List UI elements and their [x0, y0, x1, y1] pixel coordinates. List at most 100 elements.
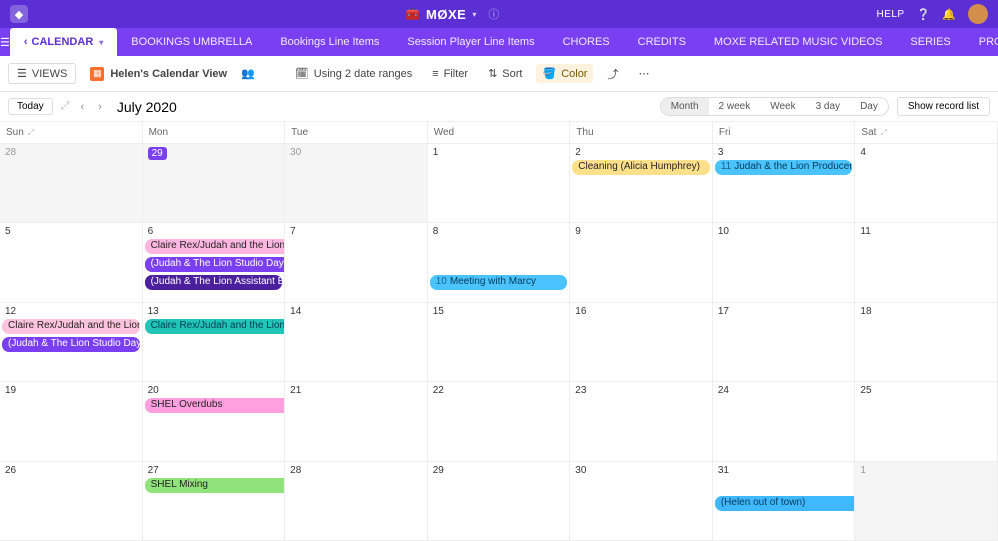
day-cell[interactable]: 18 [855, 303, 998, 382]
filter-button[interactable]: ≡Filter [426, 65, 474, 83]
day-cell[interactable]: 29 [143, 144, 286, 223]
next-month-icon[interactable]: › [95, 101, 105, 113]
hamburger-menu-icon[interactable]: ☰ [0, 36, 10, 49]
tab-series[interactable]: SERIES [896, 28, 964, 56]
event-record-sun[interactable]: Claire Rex/Judah and the Lion Re... [2, 319, 140, 334]
day-cell[interactable]: 19 [0, 382, 143, 461]
day-cell[interactable]: 17 [713, 303, 856, 382]
day-cell[interactable]: 16 [570, 303, 713, 382]
day-cell[interactable]: 4 [855, 144, 998, 223]
day-cell[interactable]: 24 [713, 382, 856, 461]
day-cell[interactable]: 21 [285, 382, 428, 461]
resize-icon[interactable]: ⤢ [28, 128, 34, 138]
share-view-icon[interactable]: ⤴ [601, 63, 624, 85]
event-producer-visit[interactable]: 11Judah & the Lion Producer Visit [715, 160, 853, 175]
workspace-name[interactable]: MØXE [426, 7, 466, 22]
range-week[interactable]: Week [760, 98, 805, 115]
range-3day[interactable]: 3 day [806, 98, 850, 115]
more-icon[interactable]: ⋯ [632, 64, 655, 83]
day-cell[interactable]: 11 [855, 223, 998, 302]
day-cell[interactable]: 15 [428, 303, 571, 382]
resize-icon[interactable]: ⤢ [880, 128, 886, 138]
day-cell[interactable]: 3 11Judah & the Lion Producer Visit [713, 144, 856, 223]
day-cell[interactable]: 2 Cleaning (Alicia Humphrey) [570, 144, 713, 223]
bell-icon[interactable]: 🔔 [942, 8, 956, 21]
day-cell[interactable]: 7 [285, 223, 428, 302]
day-cell[interactable]: 31 (Helen out of town) [713, 462, 856, 541]
tab-session-player[interactable]: Session Player Line Items [393, 28, 548, 56]
day-cell[interactable]: 6 Claire Rex/Judah and the Lion Record (… [143, 223, 286, 302]
tab-calendar[interactable]: ‹CALENDAR▾ [10, 28, 117, 56]
brand-logo-icon[interactable]: ◆ [10, 5, 28, 23]
day-cell[interactable]: 13 Claire Rex/Judah and the Lion Hold [143, 303, 286, 382]
day-cell[interactable]: 8 10Meeting with Marcy [428, 223, 571, 302]
tab-music-videos[interactable]: MOXE RELATED MUSIC VIDEOS [700, 28, 897, 56]
day-cell[interactable]: 27 SHEL Mixing [143, 462, 286, 541]
event-helen-out[interactable]: (Helen out of town) [715, 496, 856, 511]
range-month[interactable]: Month [661, 98, 709, 115]
help-icon[interactable]: ❔ [917, 8, 931, 21]
day-cell[interactable]: 29 [428, 462, 571, 541]
color-button[interactable]: 🪣Color [536, 64, 593, 83]
prev-month-icon[interactable]: ‹ [78, 101, 88, 113]
tab-credits[interactable]: CREDITS [624, 28, 700, 56]
range-switcher: Month 2 week Week 3 day Day [660, 97, 889, 116]
calendar-grid: Sun⤢ Mon Tue Wed Thu Fri Sat⤢ 28 29 30 1… [0, 122, 998, 541]
day-cell[interactable]: 14 [285, 303, 428, 382]
day-cell[interactable]: 28 [285, 462, 428, 541]
event-meeting-marcy[interactable]: 10Meeting with Marcy [430, 275, 568, 290]
day-cell[interactable]: 10 [713, 223, 856, 302]
day-cell[interactable]: 23 [570, 382, 713, 461]
event-studio-rental[interactable]: (Judah & The Lion Studio Day Rental ) [145, 257, 286, 272]
event-studio-sun[interactable]: (Judah & The Lion Studio Day Re... [2, 337, 140, 352]
view-name-chip[interactable]: ▦ Helen's Calendar View [84, 64, 233, 84]
day-cell[interactable]: 26 [0, 462, 143, 541]
dow-sat: Sat⤢ [855, 122, 998, 144]
sort-button[interactable]: ⇅Sort [482, 64, 528, 83]
dow-tue: Tue [285, 122, 428, 144]
chevron-down-icon[interactable]: ▾ [99, 38, 103, 47]
tab-bookings-umbrella[interactable]: BOOKINGS UMBRELLA [117, 28, 266, 56]
month-title: July 2020 [117, 99, 177, 115]
calendar-icon: ▦ [90, 67, 104, 81]
dow-thu: Thu [570, 122, 713, 144]
day-cell[interactable]: 25 [855, 382, 998, 461]
tab-chores[interactable]: CHORES [549, 28, 624, 56]
today-button[interactable]: Today [8, 98, 53, 115]
day-cell[interactable]: 12 Claire Rex/Judah and the Lion Re... (… [0, 303, 143, 382]
day-cell[interactable]: 1 [855, 462, 998, 541]
event-record[interactable]: Claire Rex/Judah and the Lion Record [145, 239, 286, 254]
day-cell[interactable]: 28 [0, 144, 143, 223]
date-ranges-button[interactable]: 🗓Using 2 date ranges [289, 64, 418, 83]
day-cell[interactable]: 22 [428, 382, 571, 461]
event-hold[interactable]: Claire Rex/Judah and the Lion Hold [145, 319, 286, 334]
show-record-list-button[interactable]: Show record list [897, 97, 990, 116]
tab-bookings-line-items[interactable]: Bookings Line Items [266, 28, 393, 56]
calendar-small-icon: 🗓 [295, 67, 309, 80]
day-cell[interactable]: 1 [428, 144, 571, 223]
avatar[interactable] [968, 4, 988, 24]
day-cell[interactable]: 5 [0, 223, 143, 302]
event-mixing[interactable]: SHEL Mixing [145, 478, 286, 493]
collaborators-icon[interactable]: 👥 [241, 67, 255, 80]
tab-scroll-left-icon[interactable]: ‹ [24, 36, 28, 48]
info-icon[interactable]: ⓘ [488, 6, 499, 22]
filter-icon: ≡ [432, 68, 438, 80]
list-icon: ☰ [17, 67, 27, 80]
day-cell[interactable]: 9 [570, 223, 713, 302]
day-cell[interactable]: 30 [570, 462, 713, 541]
chevron-down-icon[interactable]: ▾ [472, 10, 476, 19]
tab-production[interactable]: PRODUCTION HOU› [965, 28, 998, 56]
views-button[interactable]: ☰VIEWS [8, 63, 76, 84]
day-cell[interactable]: 20 SHEL Overdubs [143, 382, 286, 461]
range-day[interactable]: Day [850, 98, 888, 115]
expand-icon[interactable]: ⤢ [61, 100, 70, 113]
day-cell[interactable]: 30 [285, 144, 428, 223]
event-cleaning[interactable]: Cleaning (Alicia Humphrey) [572, 160, 710, 175]
dow-sun: Sun⤢ [0, 122, 143, 144]
help-link[interactable]: HELP [876, 9, 904, 20]
sort-icon: ⇅ [488, 67, 497, 80]
event-asst-engineer[interactable]: (Judah & The Lion Assistant Engin... [145, 275, 283, 290]
event-overdubs[interactable]: SHEL Overdubs [145, 398, 286, 413]
range-2week[interactable]: 2 week [709, 98, 761, 115]
